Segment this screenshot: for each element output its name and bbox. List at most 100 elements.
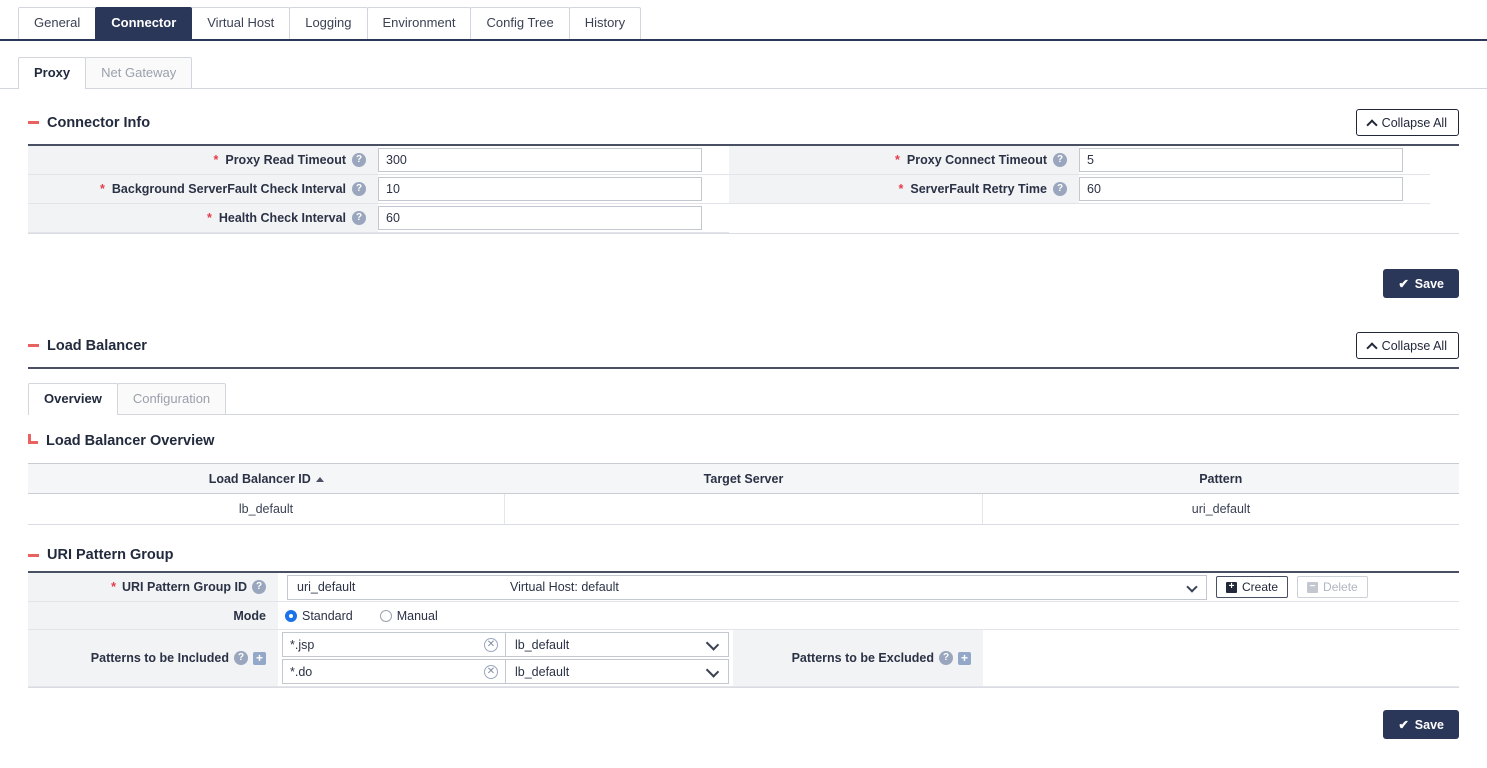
- table-head: Load Balancer ID Target Server Pattern: [28, 464, 1459, 494]
- tab-history[interactable]: History: [569, 7, 641, 39]
- help-icon[interactable]: ?: [939, 651, 953, 665]
- lb-overview-title: Load Balancer Overview: [46, 433, 214, 449]
- field-label-health-check-interval: * Health Check Interval ?: [28, 204, 378, 233]
- collapse-minus-icon[interactable]: [28, 344, 39, 347]
- clear-icon[interactable]: ✕: [484, 665, 498, 679]
- collapse-all-connector-button[interactable]: Collapse All: [1356, 109, 1459, 136]
- create-uri-pattern-group-button[interactable]: + Create: [1216, 576, 1288, 598]
- cell-load-balancer-id: lb_default: [28, 494, 505, 525]
- col-pattern[interactable]: Pattern: [982, 464, 1459, 494]
- included-pattern-input-1[interactable]: [283, 633, 473, 656]
- field-value-health-check-interval: [378, 204, 729, 233]
- help-icon[interactable]: ?: [1053, 182, 1067, 196]
- label-text: ServerFault Retry Time: [910, 182, 1047, 196]
- required-asterisk: *: [100, 182, 105, 196]
- table-row[interactable]: lb_default uri_default: [28, 494, 1459, 525]
- value-uri-pattern-group-id: uri_default Virtual Host: default + Crea…: [278, 573, 1459, 602]
- value-patterns-to-be-excluded: [983, 630, 1459, 687]
- save-uri-pattern-group-button[interactable]: ✔ Save: [1383, 710, 1459, 739]
- connector-save-row: ✔ Save: [28, 269, 1459, 298]
- check-icon: ✔: [1398, 717, 1408, 732]
- field-value-proxy-read-timeout: [378, 146, 729, 175]
- included-pattern-lb-select-1[interactable]: lb_default: [505, 632, 729, 657]
- col-load-balancer-id[interactable]: Load Balancer ID: [28, 464, 505, 494]
- sub-tab-bar: Proxy Net Gateway: [0, 41, 1487, 89]
- tab-connector[interactable]: Connector: [95, 7, 192, 39]
- background-serverfault-check-interval-input[interactable]: [378, 177, 702, 201]
- mode-radio-group: Standard Manual: [278, 609, 438, 623]
- label-text: Background ServerFault Check Interval: [112, 182, 346, 196]
- chevron-down-icon: [706, 664, 719, 677]
- label-patterns-to-be-excluded: Patterns to be Excluded ? +: [733, 630, 983, 687]
- help-icon[interactable]: ?: [352, 211, 366, 225]
- connector-info-title: Connector Info: [47, 115, 150, 131]
- col-target-server[interactable]: Target Server: [505, 464, 983, 494]
- table-body: lb_default uri_default: [28, 494, 1459, 525]
- connector-info-form: * Proxy Read Timeout ? * Proxy Connect T…: [28, 146, 1459, 234]
- upg-row-group-id: * URI Pattern Group ID ? uri_default Vir…: [28, 573, 1459, 602]
- radio-mode-standard[interactable]: Standard: [285, 609, 353, 623]
- label-text: Health Check Interval: [219, 211, 346, 225]
- tab-environment[interactable]: Environment: [367, 7, 472, 39]
- lb-overview-title-wrap: Load Balancer Overview: [28, 433, 214, 449]
- included-pattern-lb-select-2[interactable]: lb_default: [505, 659, 729, 684]
- radio-standard-label: Standard: [302, 609, 353, 623]
- included-pattern-input-2[interactable]: [283, 660, 473, 683]
- save-connector-button[interactable]: ✔ Save: [1383, 269, 1459, 298]
- label-patterns-to-be-included: Patterns to be Included ? +: [28, 630, 278, 687]
- tab-virtual-host[interactable]: Virtual Host: [191, 7, 290, 39]
- tab-general[interactable]: General: [18, 7, 96, 39]
- uri-pattern-group-title: URI Pattern Group: [47, 547, 173, 563]
- tab-logging[interactable]: Logging: [289, 7, 367, 39]
- help-icon[interactable]: ?: [1053, 153, 1067, 167]
- field-label-proxy-connect-timeout: * Proxy Connect Timeout ?: [729, 146, 1079, 175]
- chevron-down-icon: [706, 637, 719, 650]
- help-icon[interactable]: ?: [352, 182, 366, 196]
- radio-mode-manual[interactable]: Manual: [380, 609, 438, 623]
- serverfault-retry-time-input[interactable]: [1079, 177, 1403, 201]
- upg-row-patterns: Patterns to be Included ? + ✕ lb_default: [28, 630, 1459, 687]
- load-balancer-table: Load Balancer ID Target Server Pattern l…: [28, 463, 1459, 525]
- collapse-minus-icon[interactable]: [28, 554, 39, 557]
- filler-value-cell: [1079, 204, 1430, 233]
- help-icon[interactable]: ?: [252, 580, 266, 594]
- collapse-minus-icon[interactable]: [28, 121, 39, 124]
- save-label: Save: [1415, 277, 1444, 291]
- proxy-read-timeout-input[interactable]: [378, 148, 702, 172]
- upg-title-wrap: URI Pattern Group: [28, 547, 173, 563]
- selected-group-id: uri_default: [288, 580, 510, 594]
- collapse-all-load-balancer-button[interactable]: Collapse All: [1356, 332, 1459, 359]
- field-value-serverfault-retry-time: [1079, 175, 1430, 204]
- proxy-connect-timeout-input[interactable]: [1079, 148, 1403, 172]
- collapse-all-label: Collapse All: [1382, 116, 1447, 130]
- label-mode: Mode: [28, 602, 278, 630]
- tab-config-tree[interactable]: Config Tree: [470, 7, 569, 39]
- value-patterns-to-be-included: ✕ lb_default ✕ lb_default: [278, 630, 733, 687]
- field-value-background-serverfault-check-interval: [378, 175, 729, 204]
- tab-lb-overview[interactable]: Overview: [28, 383, 118, 414]
- health-check-interval-input[interactable]: [378, 206, 702, 230]
- tab-lb-configuration[interactable]: Configuration: [117, 383, 226, 414]
- uri-pattern-group-form: * URI Pattern Group ID ? uri_default Vir…: [28, 573, 1459, 688]
- label-text: Proxy Read Timeout: [225, 153, 346, 167]
- table-header-row: Load Balancer ID Target Server Pattern: [28, 464, 1459, 494]
- tab-net-gateway[interactable]: Net Gateway: [85, 57, 192, 88]
- required-asterisk: *: [895, 153, 900, 167]
- uri-pattern-group-header: URI Pattern Group: [28, 525, 1459, 573]
- add-included-pattern-icon[interactable]: +: [253, 652, 266, 665]
- label-text: Mode: [233, 609, 266, 623]
- tab-proxy[interactable]: Proxy: [18, 57, 86, 88]
- help-icon[interactable]: ?: [352, 153, 366, 167]
- label-text: Patterns to be Excluded: [792, 651, 934, 665]
- field-label-background-serverfault-check-interval: * Background ServerFault Check Interval …: [28, 175, 378, 204]
- uri-pattern-group-id-select[interactable]: uri_default Virtual Host: default: [287, 575, 1207, 600]
- required-asterisk: *: [213, 153, 218, 167]
- field-label-serverfault-retry-time: * ServerFault Retry Time ?: [729, 175, 1079, 204]
- field-label-proxy-read-timeout: * Proxy Read Timeout ?: [28, 146, 378, 175]
- clear-icon[interactable]: ✕: [484, 638, 498, 652]
- help-icon[interactable]: ?: [234, 651, 248, 665]
- delete-uri-pattern-group-button[interactable]: − Delete: [1297, 576, 1368, 598]
- create-label: Create: [1242, 580, 1278, 594]
- radio-manual-label: Manual: [397, 609, 438, 623]
- add-excluded-pattern-icon[interactable]: +: [958, 652, 971, 665]
